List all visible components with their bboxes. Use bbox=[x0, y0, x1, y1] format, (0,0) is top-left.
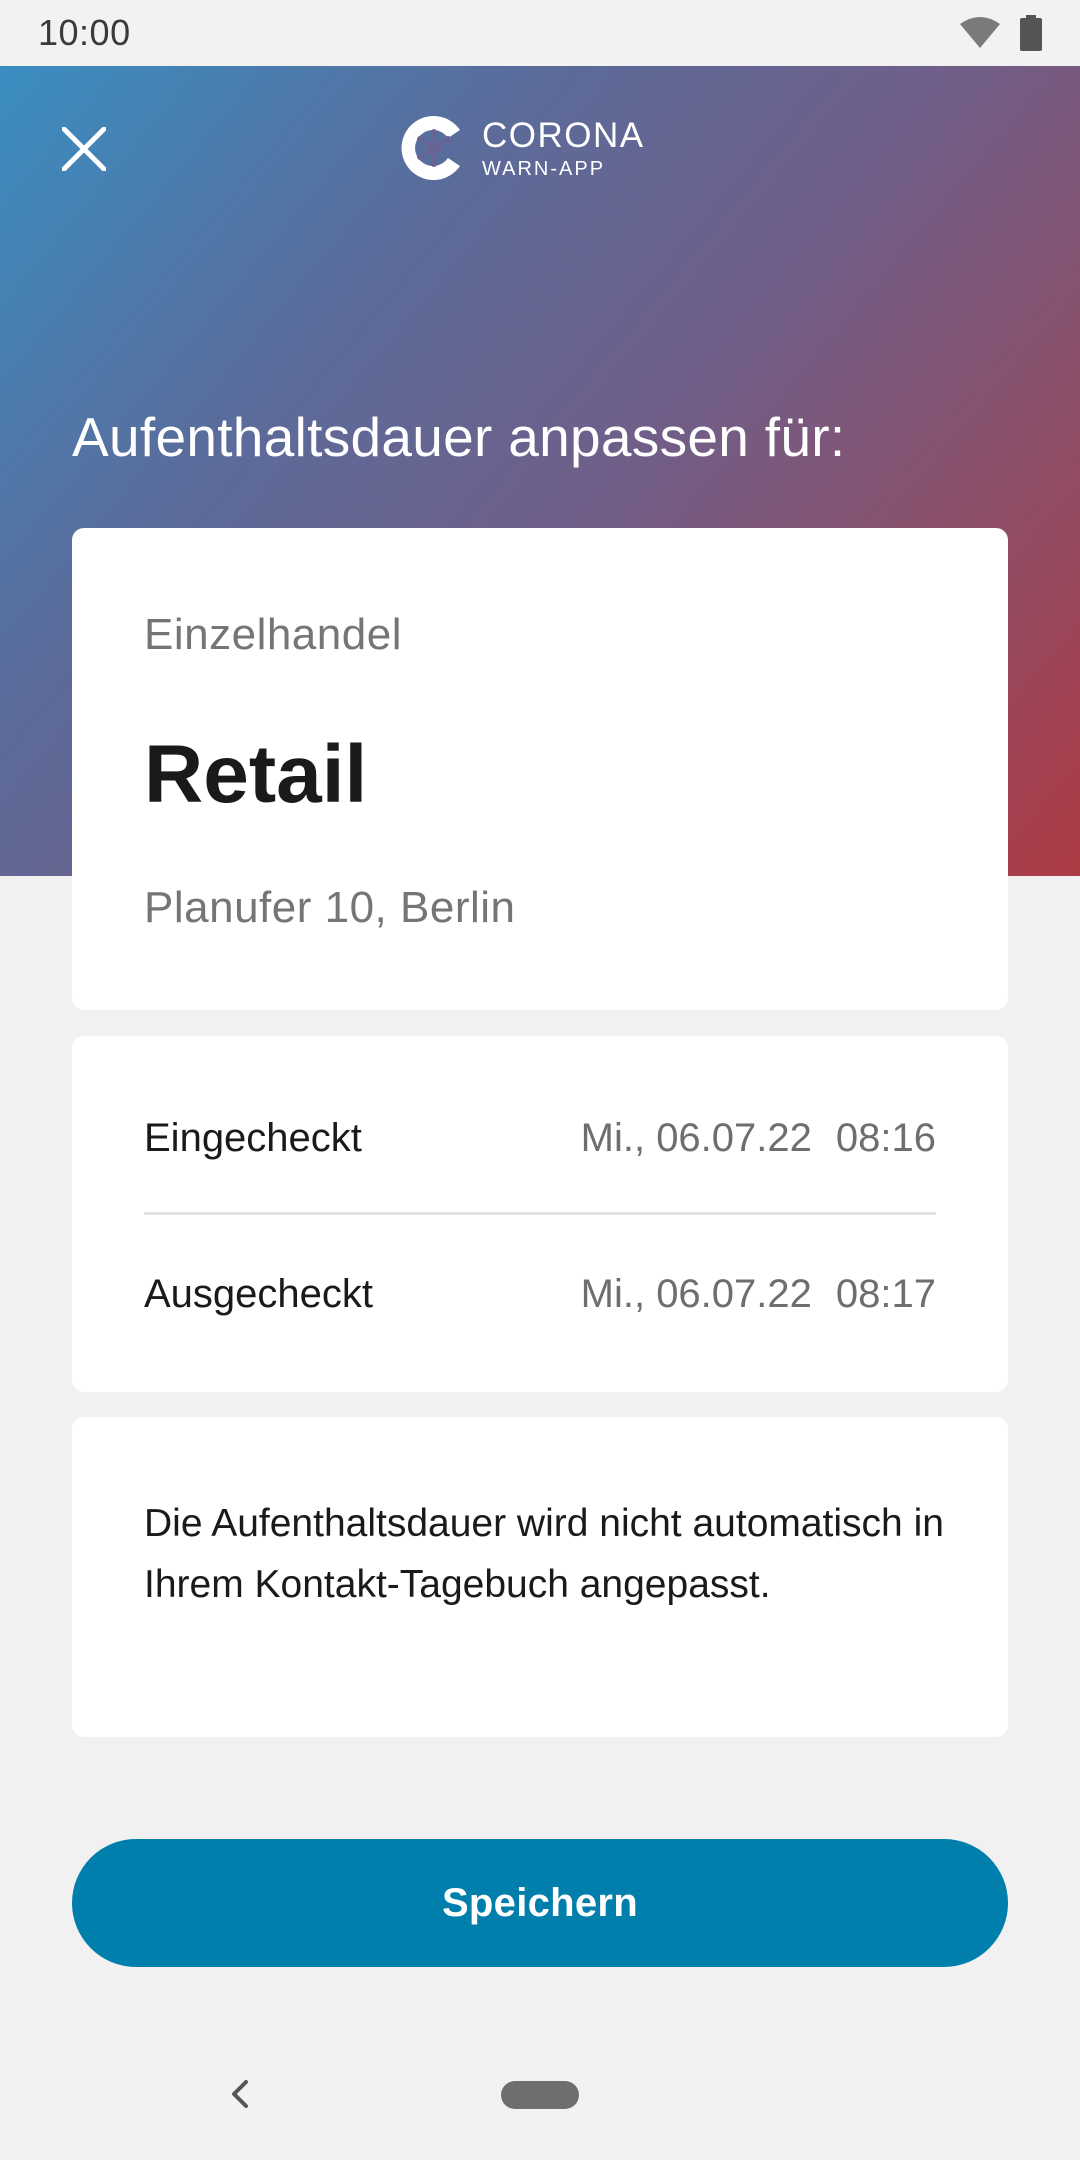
navigation-bar bbox=[0, 2028, 1080, 2160]
status-bar: 10:00 bbox=[0, 0, 1080, 66]
checked-in-time[interactable]: 08:16 bbox=[836, 1116, 936, 1161]
location-card: Einzelhandel Retail Planufer 10, Berlin bbox=[72, 528, 1008, 1010]
checked-out-date[interactable]: Mi., 06.07.22 bbox=[581, 1272, 812, 1317]
checked-in-row[interactable]: Eingecheckt Mi., 06.07.22 08:16 bbox=[144, 1116, 936, 1161]
location-name: Retail bbox=[144, 729, 368, 820]
checked-out-row[interactable]: Ausgecheckt Mi., 06.07.22 08:17 bbox=[144, 1272, 936, 1317]
info-card: Die Aufenthaltsdauer wird nicht automati… bbox=[72, 1417, 1008, 1737]
close-button[interactable] bbox=[48, 113, 120, 185]
status-icons bbox=[958, 15, 1042, 51]
app-logo: CORONA WARN-APP bbox=[400, 108, 645, 188]
checked-in-date[interactable]: Mi., 06.07.22 bbox=[581, 1116, 812, 1161]
logo-line-2: WARN-APP bbox=[482, 157, 606, 180]
checked-in-value[interactable]: Mi., 06.07.22 08:16 bbox=[581, 1116, 936, 1161]
page-title: Aufenthaltsdauer anpassen für: bbox=[72, 406, 846, 468]
status-time: 10:00 bbox=[38, 12, 131, 53]
screen: 10:00 CORONA WARN-APP Aufenthaltsdauer a… bbox=[0, 0, 1080, 2160]
logo-text: CORONA WARN-APP bbox=[482, 118, 645, 179]
save-button[interactable]: Speichern bbox=[72, 1839, 1008, 1967]
back-icon[interactable] bbox=[220, 2072, 260, 2116]
checked-in-label: Eingecheckt bbox=[144, 1116, 362, 1160]
location-address: Planufer 10, Berlin bbox=[144, 883, 516, 932]
divider bbox=[144, 1212, 936, 1215]
checked-out-time[interactable]: 08:17 bbox=[836, 1272, 936, 1317]
info-note: Die Aufenthaltsdauer wird nicht automati… bbox=[144, 1502, 944, 1606]
corona-virus-logo-icon bbox=[401, 116, 460, 180]
checked-out-value[interactable]: Mi., 06.07.22 08:17 bbox=[581, 1272, 936, 1317]
close-icon bbox=[62, 127, 106, 171]
wifi-icon bbox=[960, 17, 1000, 48]
home-button[interactable] bbox=[501, 2081, 579, 2109]
checked-out-label: Ausgecheckt bbox=[144, 1272, 374, 1316]
logo-line-1: CORONA bbox=[482, 115, 645, 155]
times-card: Eingecheckt Mi., 06.07.22 08:16 Ausgeche… bbox=[72, 1036, 1008, 1392]
battery-icon bbox=[1020, 15, 1042, 51]
location-category: Einzelhandel bbox=[144, 610, 402, 659]
